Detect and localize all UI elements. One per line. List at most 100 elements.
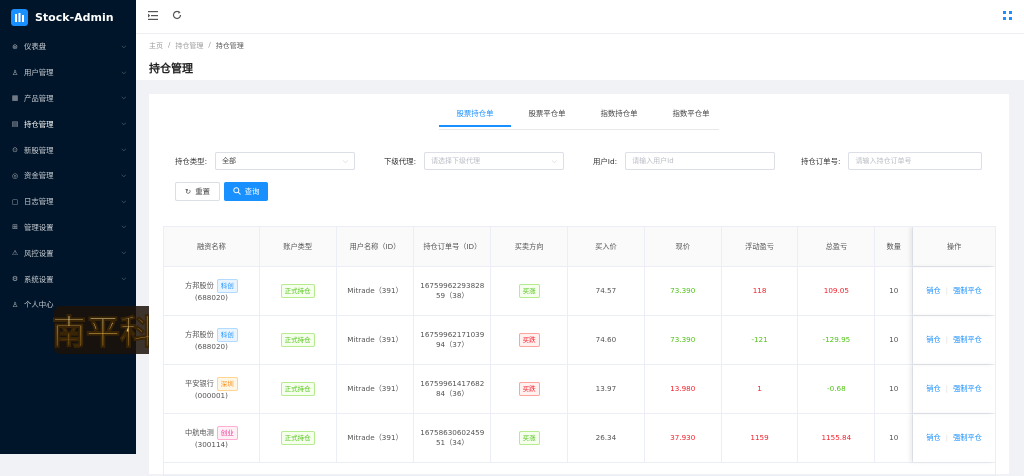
account-type-tag: 正式持仓 bbox=[280, 431, 315, 445]
agent-select[interactable]: 请选择下级代理 ⌵ bbox=[424, 152, 565, 170]
stock-code: (688020) bbox=[194, 342, 228, 351]
total-pl: -0.68 bbox=[827, 384, 846, 393]
order-number: 16758630602459 bbox=[420, 428, 485, 437]
dashboard-icon: ⊛ bbox=[12, 42, 18, 51]
quantity: 10 bbox=[889, 384, 899, 393]
stock-name-cell: 方邦股份 科创 (688020) bbox=[164, 267, 260, 315]
close-position-link[interactable]: 销仓 bbox=[926, 384, 940, 394]
stock-code: (000001) bbox=[194, 391, 228, 400]
board-tag: 深圳 bbox=[216, 377, 238, 391]
position-type-select[interactable]: 全部 ⌵ bbox=[215, 152, 356, 170]
direction-cell: 买涨 bbox=[491, 267, 569, 315]
float-pl-cell: 1 bbox=[722, 365, 799, 413]
tab-index-positions[interactable]: 指数持仓单 bbox=[583, 108, 655, 127]
stock-name-line: 中航电测 创业 bbox=[185, 426, 238, 440]
actions-cell: 销仓 | 强制平仓 bbox=[913, 414, 995, 462]
fullscreen-icon[interactable] bbox=[1003, 11, 1012, 23]
table-body: 方邦股份 科创 (688020) 正式持仓 Mitrade（391） 1675996229… bbox=[164, 267, 995, 463]
account-type-cell: 正式持仓 bbox=[260, 414, 337, 462]
refresh-icon[interactable] bbox=[172, 10, 182, 23]
total-pl-cell: -0.68 bbox=[798, 365, 876, 413]
tab-stock-positions[interactable]: 股票持仓单 bbox=[439, 108, 511, 127]
close-position-link[interactable]: 销仓 bbox=[926, 335, 940, 345]
board-tag: 科创 bbox=[216, 328, 238, 342]
sidebar-item[interactable]: ▤ 持仓管理 ⌵ bbox=[0, 111, 136, 137]
positions-table: 融资名称 账户类型 用户名称（ID） 持仓订单号（ID） 买卖方向 买入价 现价 浮动盈亏 总盈… bbox=[163, 226, 996, 476]
force-close-link[interactable]: 强制平仓 bbox=[953, 335, 982, 345]
sidebar-item-label: 产品管理 bbox=[24, 93, 54, 103]
app-logo[interactable]: Stock-Admin bbox=[0, 0, 136, 34]
force-close-link[interactable]: 强制平仓 bbox=[953, 433, 982, 443]
user-icon: ♙ bbox=[11, 68, 19, 77]
quantity: 10 bbox=[889, 335, 899, 344]
board-tag: 科创 bbox=[216, 279, 238, 293]
position-icon: ▤ bbox=[11, 120, 19, 129]
total-pl-cell: -129.95 bbox=[798, 316, 876, 364]
user-name: Mitrade（391） bbox=[347, 384, 403, 393]
sidebar-item-label: 日志管理 bbox=[24, 197, 54, 207]
sidebar-item[interactable]: ♙ 个人中心 bbox=[0, 292, 136, 318]
force-close-link[interactable]: 强制平仓 bbox=[953, 286, 982, 296]
tabs-divider bbox=[439, 129, 719, 130]
sidebar-item[interactable]: ▦ 产品管理 ⌵ bbox=[0, 86, 136, 112]
breadcrumb-parent[interactable]: 持仓管理 bbox=[175, 41, 203, 51]
filter-agent-label: 下级代理: bbox=[384, 156, 417, 166]
breadcrumb: 主页 / 持仓管理 / 持仓管理 bbox=[149, 41, 1011, 51]
column-header: 数量 bbox=[875, 227, 914, 266]
force-close-link[interactable]: 强制平仓 bbox=[953, 384, 982, 394]
breadcrumb-home[interactable]: 主页 bbox=[149, 41, 163, 51]
sidebar-item[interactable]: ▢ 日志管理 ⌵ bbox=[0, 189, 136, 215]
fund-icon: ◎ bbox=[11, 171, 19, 180]
float-pl-cell: -121 bbox=[722, 316, 799, 364]
tab-index-closed[interactable]: 指数平仓单 bbox=[655, 108, 727, 127]
sidebar-item[interactable]: ♙ 用户管理 ⌵ bbox=[0, 60, 136, 86]
board-tag: 创业 bbox=[216, 426, 238, 440]
sidebar-item[interactable]: ⊙ 新股管理 ⌵ bbox=[0, 137, 136, 163]
query-button[interactable]: 查询 bbox=[224, 182, 268, 201]
order-cell: 16759961417682 84（36） bbox=[414, 365, 492, 413]
current-price: 13.980 bbox=[670, 384, 696, 393]
tabs: 股票持仓单 股票平仓单 指数持仓单 指数平仓单 bbox=[439, 108, 727, 127]
sidebar-item[interactable]: ⚠ 风控设置 ⌵ bbox=[0, 240, 136, 266]
column-header: 用户名称（ID） bbox=[337, 227, 415, 266]
sidebar-item[interactable]: ⚙ 系统设置 ⌵ bbox=[0, 266, 136, 292]
column-header: 账户类型 bbox=[260, 227, 337, 266]
close-position-link[interactable]: 销仓 bbox=[926, 286, 940, 296]
search-icon bbox=[232, 186, 241, 197]
person-icon: ♙ bbox=[11, 300, 19, 309]
float-pl-cell: 118 bbox=[722, 267, 799, 315]
actions-cell: 销仓 | 强制平仓 bbox=[913, 316, 995, 364]
filter-type-label: 持仓类型: bbox=[175, 156, 208, 166]
sidebar-item[interactable]: ◎ 资金管理 ⌵ bbox=[0, 163, 136, 189]
current-price: 37.930 bbox=[670, 433, 696, 442]
sidebar-item[interactable]: ⊛ 仪表盘 ⌵ bbox=[0, 34, 136, 60]
quantity-cell: 10 bbox=[875, 414, 914, 462]
total-pl-cell: 1155.84 bbox=[798, 414, 876, 462]
buy-price-cell: 74.57 bbox=[568, 267, 645, 315]
sidebar-item[interactable]: ⊞ 管理设置 ⌵ bbox=[0, 215, 136, 241]
tab-stock-closed[interactable]: 股票平仓单 bbox=[511, 108, 583, 127]
main-card: 股票持仓单 股票平仓单 指数持仓单 指数平仓单 持仓类型: 全部 ⌵ 下级代理:… bbox=[149, 94, 1009, 476]
actions-cell: 销仓 | 强制平仓 bbox=[913, 267, 995, 315]
user-cell: Mitrade（391） bbox=[337, 414, 415, 462]
buy-price-cell: 13.97 bbox=[568, 365, 645, 413]
userid-input[interactable]: 请输入用户Id bbox=[625, 152, 776, 170]
buy-price-cell: 74.60 bbox=[568, 316, 645, 364]
collapse-menu-icon[interactable] bbox=[148, 10, 158, 23]
order-input[interactable]: 请输入持仓订单号 bbox=[848, 152, 983, 170]
breadcrumb-current: 持仓管理 bbox=[215, 42, 244, 50]
table-row: 中航电测 创业 (300114) 正式持仓 Mitrade（391） 1675863060… bbox=[164, 414, 995, 463]
current-price: 73.390 bbox=[670, 335, 696, 344]
order-number-suffix: 84（36） bbox=[435, 389, 469, 398]
sidebar-item-label: 仪表盘 bbox=[24, 42, 47, 52]
buy-price: 13.97 bbox=[595, 384, 617, 393]
reset-button[interactable]: ↻ 重置 bbox=[175, 182, 220, 201]
close-position-link[interactable]: 销仓 bbox=[926, 433, 940, 443]
actions-cell: 销仓 | 强制平仓 bbox=[913, 365, 995, 413]
total-pl: 109.05 bbox=[823, 286, 849, 295]
filter-userid-label: 用户Id: bbox=[593, 156, 618, 166]
quantity: 10 bbox=[889, 433, 899, 442]
direction-tag: 买涨 bbox=[518, 431, 540, 445]
user-cell: Mitrade（391） bbox=[337, 267, 415, 315]
quantity-cell: 10 bbox=[875, 365, 914, 413]
